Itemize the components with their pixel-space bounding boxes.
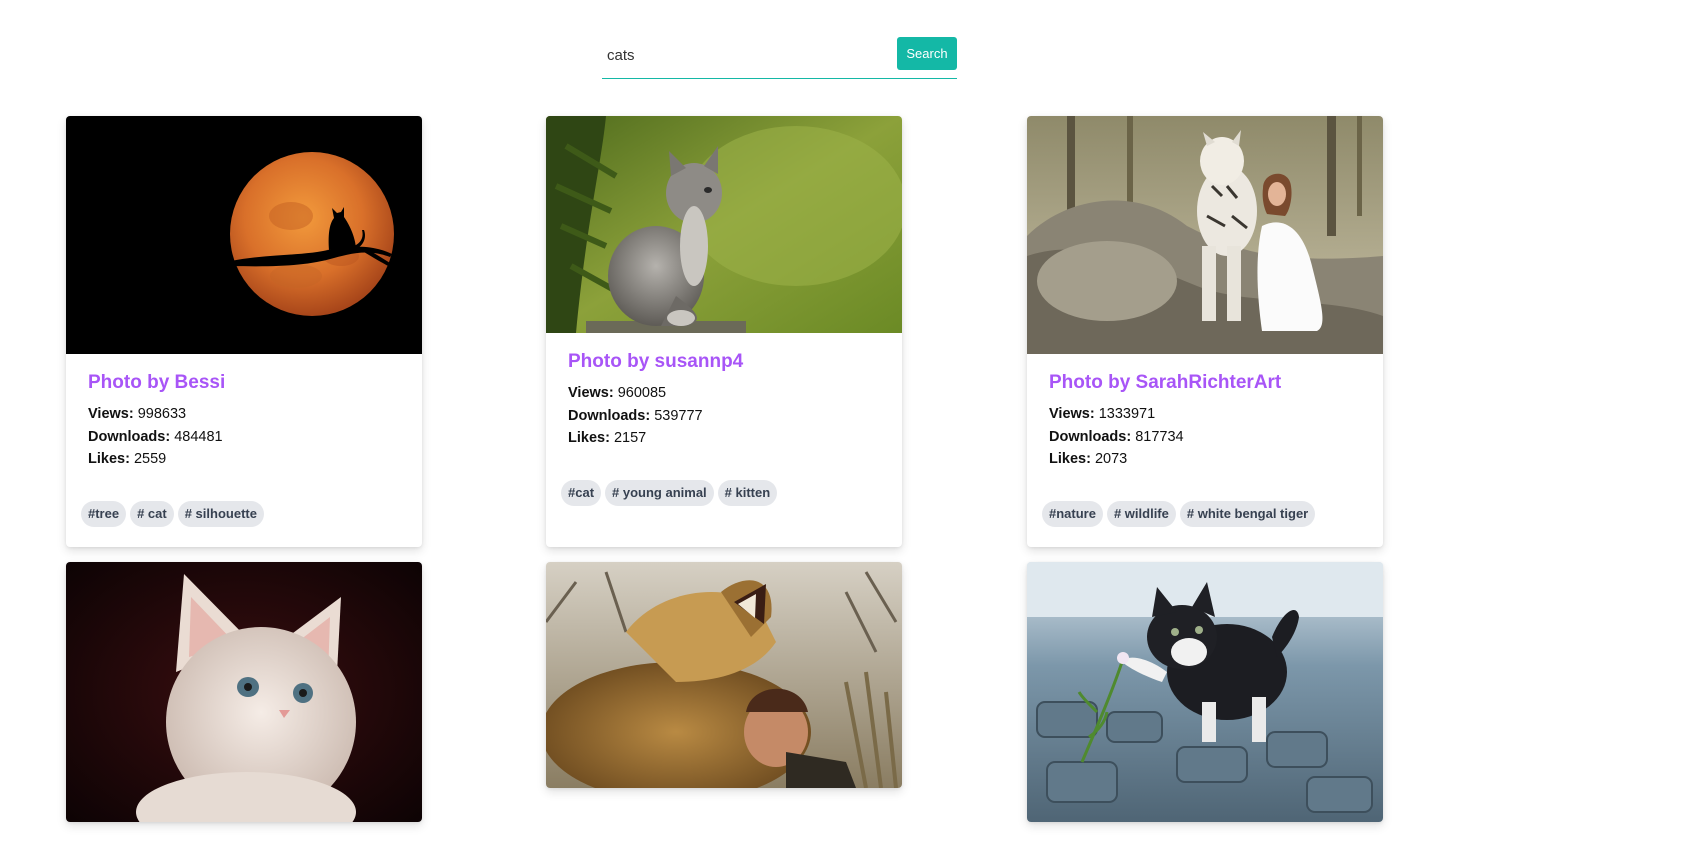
tag-list: #tree # cat # silhouette (66, 500, 422, 527)
photo-card (546, 562, 902, 788)
lion-and-girl-image (546, 562, 902, 788)
moon-cat-silhouette-image (66, 116, 422, 354)
downloads-stat: Downloads: 484481 (88, 426, 400, 449)
likes-stat: Likes: 2559 (88, 448, 400, 471)
tag-chip[interactable]: #cat (561, 479, 602, 506)
kitten-with-flower-image (1027, 562, 1383, 822)
tag-chip[interactable]: # kitten (717, 479, 778, 506)
photo-image[interactable] (66, 562, 422, 822)
search-input[interactable] (607, 41, 892, 69)
downloads-stat: Downloads: 539777 (568, 405, 880, 428)
likes-stat: Likes: 2157 (568, 427, 880, 450)
downloads-label: Downloads: (568, 407, 651, 424)
likes-value: 2073 (1094, 451, 1128, 467)
white-kitten-image (66, 562, 422, 822)
card-body: Photo by Bessi Views: 998633 Downloads: … (66, 354, 422, 471)
tag-chip[interactable]: # cat (130, 500, 174, 527)
kitten-in-nature-image (546, 116, 902, 333)
photo-card: Photo by Bessi Views: 998633 Downloads: … (66, 116, 422, 547)
photo-card: Photo by SarahRichterArt Views: 1333971 … (1027, 116, 1383, 547)
photo-image[interactable] (546, 562, 902, 788)
views-stat: Views: 998633 (88, 403, 400, 426)
photo-image[interactable] (1027, 116, 1383, 354)
downloads-value: 817734 (1135, 428, 1184, 445)
likes-value: 2157 (613, 430, 647, 446)
likes-label: Likes: (1049, 451, 1091, 467)
photo-image[interactable] (546, 116, 902, 333)
search-form: Search (602, 37, 957, 79)
downloads-value: 484481 (174, 428, 223, 445)
views-value: 1333971 (1098, 406, 1156, 422)
card-body: Photo by SarahRichterArt Views: 1333971 … (1027, 354, 1383, 471)
card-body: Photo by susannp4 Views: 960085 Download… (546, 333, 902, 450)
likes-stat: Likes: 2073 (1049, 448, 1361, 471)
photo-card (66, 562, 422, 822)
views-label: Views: (88, 406, 134, 422)
tag-chip[interactable]: # young animal (605, 479, 714, 506)
photo-card (1027, 562, 1383, 822)
white-tiger-image (1027, 116, 1383, 354)
tag-list: #cat # young animal # kitten (546, 479, 902, 506)
views-label: Views: (1049, 406, 1095, 422)
tag-chip[interactable]: # silhouette (177, 500, 264, 527)
likes-label: Likes: (88, 451, 130, 467)
photo-image[interactable] (66, 116, 422, 354)
likes-label: Likes: (568, 430, 610, 446)
tag-chip[interactable]: # white bengal tiger (1179, 500, 1316, 527)
photo-image[interactable] (1027, 562, 1383, 822)
search-button[interactable]: Search (897, 37, 957, 70)
tag-chip[interactable]: # wildlife (1106, 500, 1176, 527)
views-value: 960085 (617, 385, 667, 401)
photo-card: Photo by susannp4 Views: 960085 Download… (546, 116, 902, 547)
photo-author-title[interactable]: Photo by SarahRichterArt (1049, 372, 1361, 394)
tag-list: #nature # wildlife # white bengal tiger (1027, 500, 1383, 527)
downloads-value: 539777 (654, 407, 703, 424)
likes-value: 2559 (133, 451, 167, 467)
views-stat: Views: 1333971 (1049, 403, 1361, 426)
views-label: Views: (568, 385, 614, 401)
downloads-label: Downloads: (88, 428, 171, 445)
downloads-label: Downloads: (1049, 428, 1132, 445)
photo-author-title[interactable]: Photo by Bessi (88, 372, 400, 394)
photo-author-title[interactable]: Photo by susannp4 (568, 351, 880, 373)
downloads-stat: Downloads: 817734 (1049, 426, 1361, 449)
views-value: 998633 (137, 406, 187, 422)
views-stat: Views: 960085 (568, 382, 880, 405)
tag-chip[interactable]: #tree (81, 500, 127, 527)
tag-chip[interactable]: #nature (1042, 500, 1103, 527)
